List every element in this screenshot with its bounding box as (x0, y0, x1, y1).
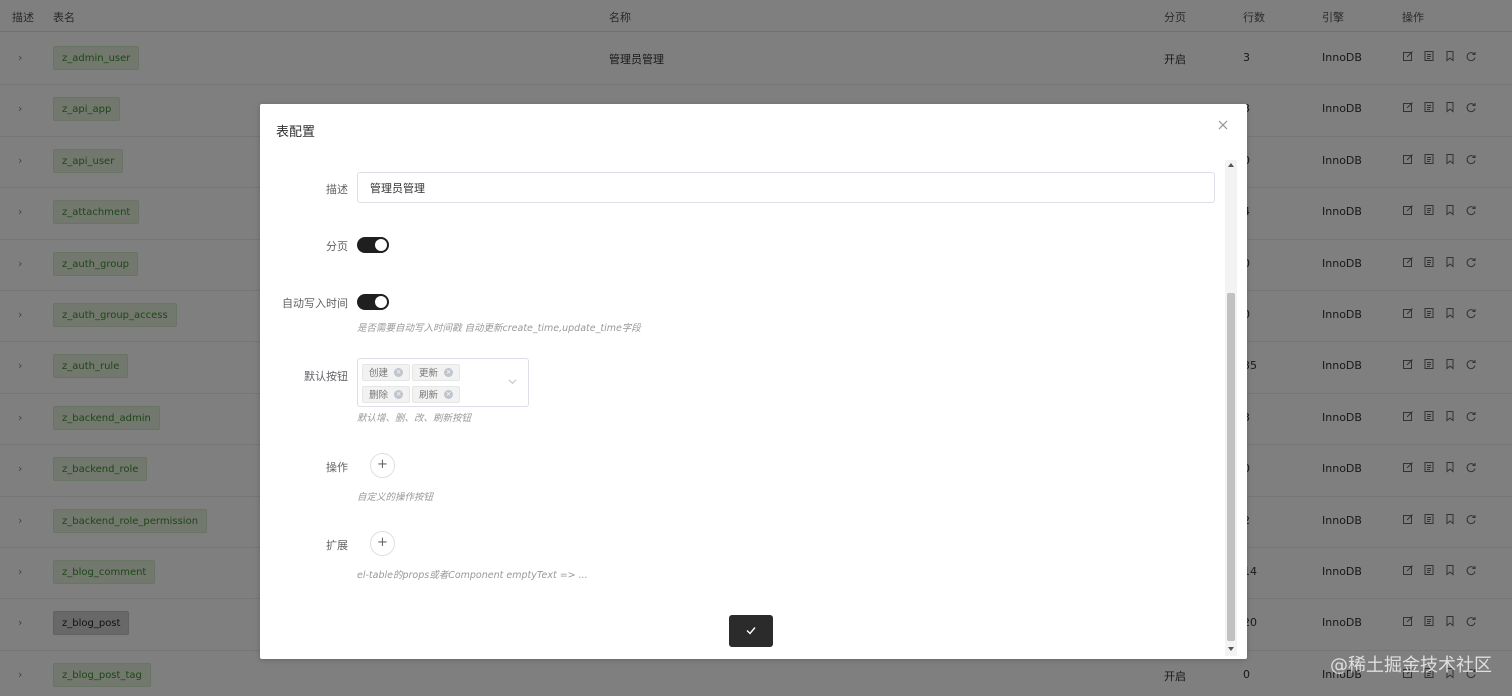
close-icon[interactable]: × (444, 390, 454, 399)
chip-refresh: 刷新 × (412, 386, 461, 403)
extend-hint: el-table的props或者Component emptyText => .… (357, 570, 588, 581)
chip-label: 刷新 (419, 390, 439, 401)
plus-icon: + (377, 457, 388, 472)
default-buttons-select[interactable]: 创建 × 更新 × 删除 × 刷新 × (357, 358, 529, 407)
actions-label: 操作 (326, 461, 348, 474)
desc-label: 描述 (326, 183, 348, 196)
table-config-dialog: 表配置 描述 分页 自动写入时间 是否需要自动写入时间戳 自动更新create_… (260, 104, 1247, 659)
dialog-title: 表配置 (276, 125, 316, 140)
check-icon (746, 627, 756, 635)
desc-input[interactable] (357, 172, 1215, 203)
auto-time-label: 自动写入时间 (282, 297, 348, 310)
close-icon[interactable]: × (394, 390, 404, 399)
chip-label: 创建 (369, 368, 389, 379)
extend-label: 扩展 (326, 539, 348, 552)
chip-label: 更新 (419, 368, 439, 379)
paging-switch[interactable] (357, 237, 389, 253)
watermark: @稀土掘金技术社区 (1330, 655, 1492, 676)
chip-delete: 删除 × (362, 386, 411, 403)
close-icon[interactable] (1218, 120, 1230, 132)
chip-label: 删除 (369, 390, 389, 401)
add-extend-button[interactable]: + (370, 531, 395, 556)
paging-label: 分页 (326, 240, 348, 253)
chip-create: 创建 × (362, 364, 411, 381)
plus-icon: + (377, 535, 388, 550)
auto-time-hint: 是否需要自动写入时间戳 自动更新create_time,update_time字… (357, 323, 641, 334)
scroll-up-icon[interactable] (1228, 163, 1234, 167)
add-action-button[interactable]: + (370, 453, 395, 478)
default-buttons-hint: 默认增、删、改、刷新按钮 (357, 413, 472, 424)
submit-button[interactable] (729, 615, 773, 647)
auto-time-switch[interactable] (357, 294, 389, 310)
actions-hint: 自定义的操作按钮 (357, 492, 434, 503)
dialog-scrollbar[interactable] (1225, 160, 1237, 656)
scroll-down-icon[interactable] (1228, 647, 1234, 651)
chevron-down-icon[interactable] (508, 377, 517, 386)
chip-update: 更新 × (412, 364, 461, 381)
close-icon[interactable]: × (444, 368, 454, 377)
close-icon[interactable]: × (394, 368, 404, 377)
scroll-thumb[interactable] (1227, 293, 1235, 641)
default-buttons-label: 默认按钮 (304, 370, 348, 383)
